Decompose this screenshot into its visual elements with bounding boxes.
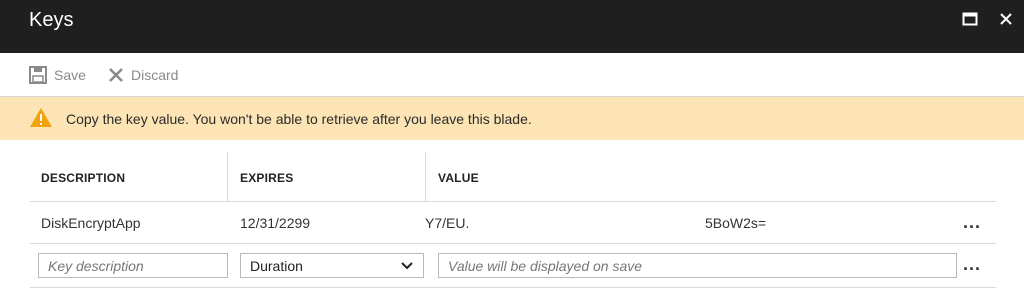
column-divider — [227, 152, 228, 202]
column-header-value[interactable]: VALUE — [438, 152, 479, 202]
maximize-button[interactable] — [958, 10, 982, 28]
key-expires: 12/31/2299 — [240, 215, 311, 231]
new-row-more-button[interactable]: ... — [963, 254, 981, 275]
row-more-button[interactable]: ... — [963, 212, 981, 233]
warning-banner: Copy the key value. You won't be able to… — [0, 97, 1024, 140]
key-value-end: 5BoW2s= — [705, 215, 767, 231]
discard-icon — [109, 68, 123, 82]
maximize-icon — [962, 12, 978, 26]
discard-label: Discard — [131, 67, 179, 83]
save-button[interactable]: Save — [29, 65, 86, 85]
key-value-input[interactable] — [438, 253, 957, 278]
chevron-down-icon — [401, 262, 413, 270]
table-row[interactable]: DiskEncryptApp 12/31/2299 Y7/EU. 5BoW2s=… — [30, 202, 996, 244]
close-icon — [1000, 13, 1012, 25]
new-key-row: Duration ... — [30, 244, 996, 288]
key-value-start: Y7/EU. — [425, 215, 470, 231]
blade-header: Keys — [0, 0, 1024, 53]
keys-table: DESCRIPTION EXPIRES VALUE DiskEncryptApp… — [30, 152, 996, 288]
close-button[interactable] — [994, 10, 1018, 28]
discard-button[interactable]: Discard — [108, 65, 178, 85]
duration-select[interactable]: Duration — [240, 253, 424, 278]
column-header-description[interactable]: DESCRIPTION — [41, 152, 125, 202]
save-icon — [29, 66, 47, 84]
key-description-input[interactable] — [38, 253, 228, 278]
duration-selected-value: Duration — [250, 257, 303, 274]
key-description: DiskEncryptApp — [41, 215, 141, 231]
save-label: Save — [54, 67, 86, 83]
command-bar: Save Discard — [0, 53, 1024, 97]
warning-text: Copy the key value. You won't be able to… — [66, 111, 532, 127]
column-header-expires[interactable]: EXPIRES — [240, 152, 293, 202]
column-divider — [425, 152, 426, 202]
warning-icon — [30, 108, 52, 127]
blade-title: Keys — [29, 9, 74, 31]
table-header: DESCRIPTION EXPIRES VALUE — [30, 152, 996, 202]
